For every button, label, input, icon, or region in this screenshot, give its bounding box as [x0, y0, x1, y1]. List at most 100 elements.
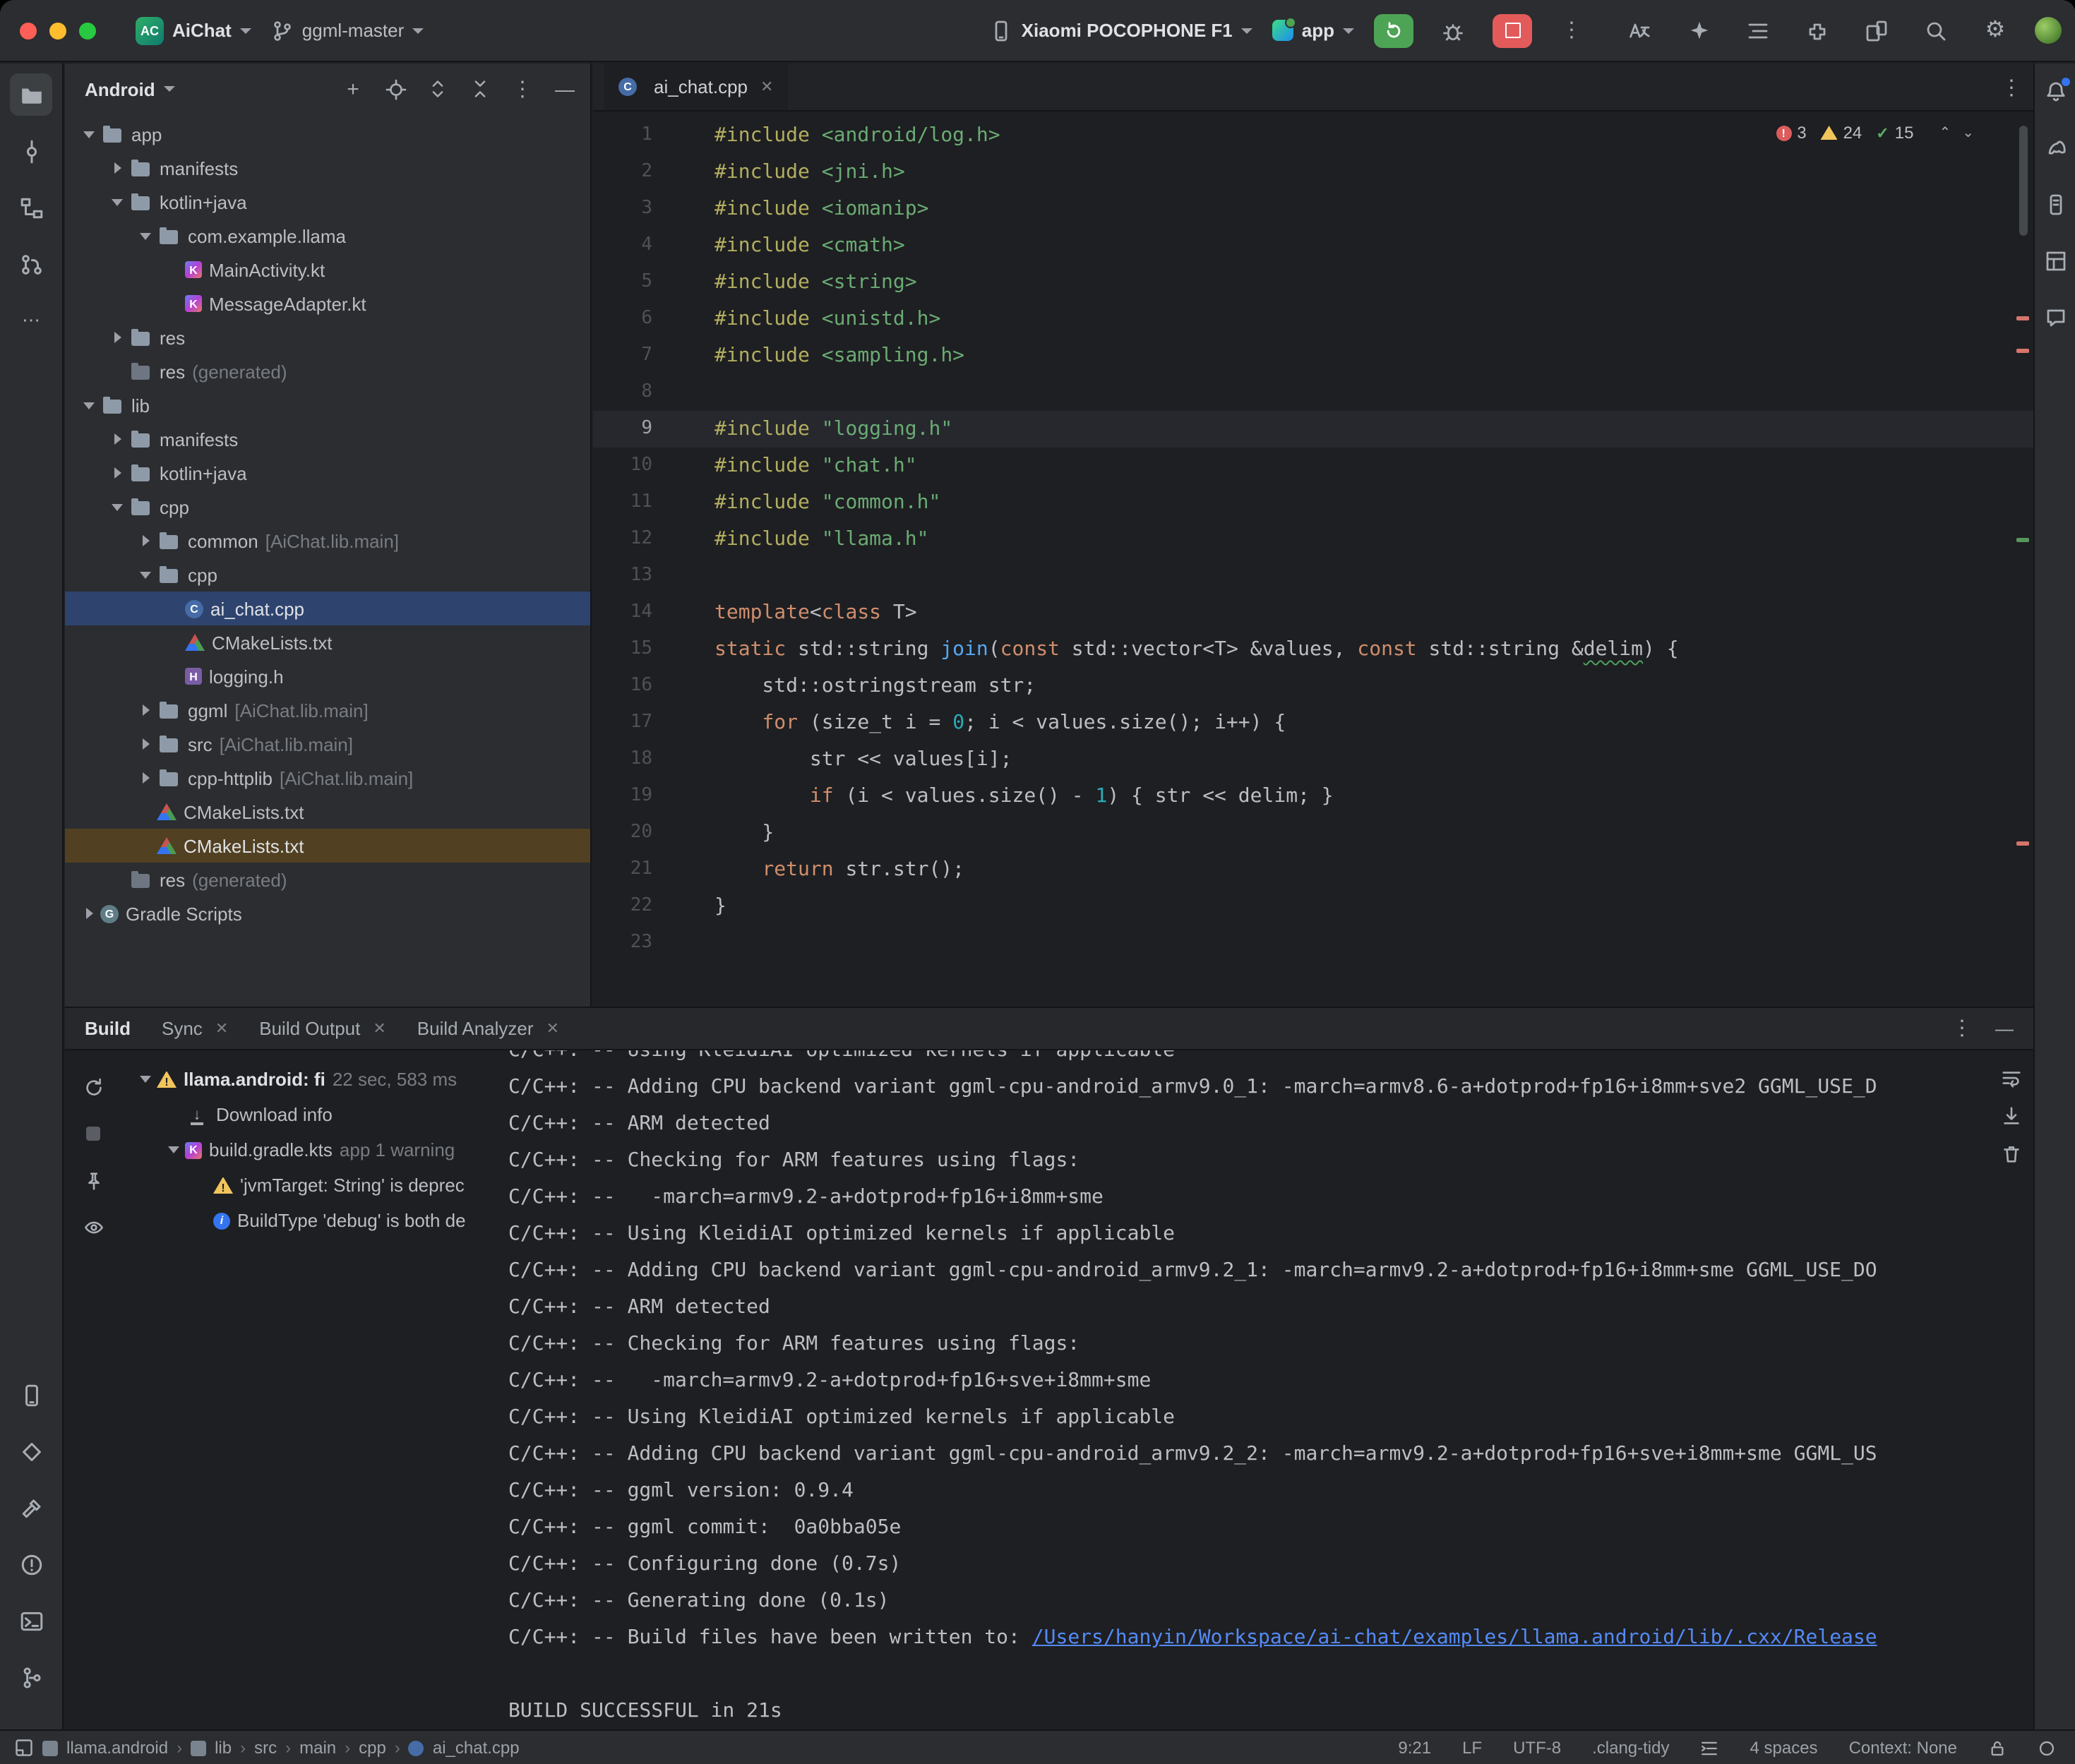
app-inspection-icon[interactable]: [10, 1430, 52, 1472]
project-view-selector[interactable]: Android: [85, 78, 155, 100]
commit-tool-icon[interactable]: [10, 130, 52, 172]
chevron-right-icon[interactable]: [107, 157, 128, 179]
problems-icon[interactable]: [10, 1543, 52, 1585]
tree-item[interactable]: ggml[AiChat.lib.main]: [65, 693, 590, 727]
line-number[interactable]: 17: [593, 704, 652, 741]
tree-item[interactable]: kotlin+java: [65, 185, 590, 219]
editor-tab-options-icon[interactable]: ⋮: [2001, 74, 2022, 100]
structure-view-icon[interactable]: [1738, 12, 1778, 49]
tree-item[interactable]: logging.h: [65, 659, 590, 693]
line-number[interactable]: 3: [593, 191, 652, 227]
tree-item[interactable]: lib: [65, 388, 590, 422]
close-button[interactable]: [20, 22, 37, 39]
tree-item[interactable]: cpp: [65, 558, 590, 592]
project-panel-options-icon[interactable]: ⋮: [508, 75, 537, 103]
filter-icon[interactable]: [76, 1210, 110, 1244]
user-avatar[interactable]: [2035, 17, 2062, 44]
breadcrumb-item[interactable]: llama.android: [66, 1738, 168, 1758]
error-stripe-mark[interactable]: [2016, 316, 2029, 320]
chevron-down-icon[interactable]: [136, 1069, 157, 1090]
indent-size[interactable]: 4 spaces: [1750, 1738, 1818, 1758]
tree-item[interactable]: manifests: [65, 151, 590, 185]
pull-requests-tool-icon[interactable]: [10, 243, 52, 285]
project-tree[interactable]: appmanifestskotlin+javacom.example.llama…: [65, 114, 590, 930]
close-icon[interactable]: ✕: [760, 78, 773, 96]
breadcrumb-item[interactable]: ai_chat.cpp: [433, 1738, 520, 1758]
chevron-right-icon[interactable]: [136, 700, 157, 721]
notifications-icon[interactable]: [2037, 73, 2074, 110]
line-number[interactable]: 20: [593, 815, 652, 851]
build-tree-item[interactable]: Download info: [121, 1097, 508, 1132]
code-area[interactable]: 1#include <android/log.h>2#include <jni.…: [593, 112, 2033, 961]
chevron-right-icon[interactable]: [107, 428, 128, 450]
close-icon[interactable]: ✕: [546, 1019, 559, 1038]
line-number[interactable]: 13: [593, 558, 652, 594]
tree-item[interactable]: src[AiChat.lib.main]: [65, 727, 590, 761]
tree-item[interactable]: CMakeLists.txt: [65, 625, 590, 659]
tree-item[interactable]: cpp-httplib[AiChat.lib.main]: [65, 761, 590, 795]
tree-item[interactable]: kotlin+java: [65, 456, 590, 490]
line-number[interactable]: 2: [593, 154, 652, 191]
error-stripe-mark[interactable]: [2016, 349, 2029, 353]
scroll-to-end-icon[interactable]: [2001, 1105, 2022, 1127]
terminal-icon[interactable]: [10, 1600, 52, 1642]
chevron-up-icon[interactable]: ⌃: [1939, 125, 1951, 140]
stop-build-icon[interactable]: [76, 1117, 110, 1151]
tab-build-analyzer[interactable]: Build Analyzer✕: [417, 1018, 559, 1039]
hide-panel-icon[interactable]: —: [1995, 1018, 2014, 1039]
more-tool-windows-icon[interactable]: ⋯: [10, 299, 52, 342]
device-explorer-icon[interactable]: [2037, 186, 2074, 223]
running-devices-icon[interactable]: [10, 1374, 52, 1416]
close-icon[interactable]: ✕: [215, 1019, 228, 1038]
inspections-widget[interactable]: ! 3 24 ✓ 15 ⌃ ⌄: [1776, 123, 1974, 143]
collapse-all-icon[interactable]: [466, 75, 494, 103]
chevron-down-icon[interactable]: [164, 83, 175, 95]
add-icon[interactable]: +: [339, 75, 367, 103]
lock-icon[interactable]: [1988, 1739, 2007, 1757]
editor[interactable]: ai_chat.cpp ✕ ⋮ 1#include <android/log.h…: [593, 64, 2033, 1007]
tab-sync[interactable]: Sync✕: [162, 1018, 228, 1039]
build-output-tree[interactable]: llama.android: fi22 sec, 583 msDownload …: [121, 1062, 508, 1729]
chevron-right-icon[interactable]: [107, 327, 128, 348]
gradle-icon[interactable]: [2037, 130, 2074, 167]
console-link[interactable]: /Users/hanyin/Workspace/ai-chat/examples…: [1032, 1626, 1877, 1649]
translate-icon[interactable]: [1620, 12, 1659, 49]
editor-tab-ai-chat-cpp[interactable]: ai_chat.cpp ✕: [604, 64, 787, 110]
settings-icon[interactable]: ⚙: [1975, 12, 2015, 49]
breadcrumb-item[interactable]: src: [254, 1738, 277, 1758]
tree-item[interactable]: CMakeLists.txt: [65, 829, 590, 863]
line-number[interactable]: 6: [593, 301, 652, 337]
line-number[interactable]: 5: [593, 264, 652, 301]
tree-item[interactable]: res: [65, 320, 590, 354]
breadcrumb-item[interactable]: cpp: [359, 1738, 386, 1758]
line-number[interactable]: 23: [593, 925, 652, 961]
tree-item[interactable]: Gradle Scripts: [65, 896, 590, 930]
tree-item[interactable]: CMakeLists.txt: [65, 795, 590, 829]
chevron-down-icon[interactable]: [107, 191, 128, 212]
tree-item[interactable]: manifests: [65, 422, 590, 456]
line-number[interactable]: 4: [593, 227, 652, 264]
locate-file-icon[interactable]: [381, 75, 409, 103]
tree-item[interactable]: MessageAdapter.kt: [65, 287, 590, 320]
breadcrumb-item[interactable]: main: [299, 1738, 336, 1758]
debug-button[interactable]: [1433, 12, 1473, 49]
pin-icon[interactable]: [76, 1163, 110, 1197]
device-mirror-icon[interactable]: [1857, 12, 1896, 49]
run-configuration-selector[interactable]: app: [1272, 20, 1354, 41]
project-tool-icon[interactable]: [10, 73, 52, 116]
chevron-right-icon[interactable]: [79, 903, 100, 924]
build-panel-options-icon[interactable]: ⋮: [1951, 1018, 1973, 1039]
line-number[interactable]: 9: [593, 411, 652, 448]
chevron-right-icon[interactable]: [136, 767, 157, 788]
breadcrumb-item[interactable]: lib: [215, 1738, 232, 1758]
device-selector[interactable]: Xiaomi POCOPHONE F1: [991, 19, 1252, 42]
build-tree-item[interactable]: BuildType 'debug' is both de: [121, 1203, 508, 1238]
build-tree-item[interactable]: llama.android: fi22 sec, 583 ms: [121, 1062, 508, 1097]
build-tree-item[interactable]: 'jvmTarget: String' is deprec: [121, 1168, 508, 1203]
zoom-button[interactable]: [79, 22, 96, 39]
caret-position[interactable]: 9:21: [1398, 1738, 1431, 1758]
chevron-down-icon[interactable]: [107, 496, 128, 517]
tab-build-output[interactable]: Build Output✕: [259, 1018, 386, 1039]
line-number[interactable]: 12: [593, 521, 652, 558]
file-encoding[interactable]: UTF-8: [1513, 1738, 1561, 1758]
